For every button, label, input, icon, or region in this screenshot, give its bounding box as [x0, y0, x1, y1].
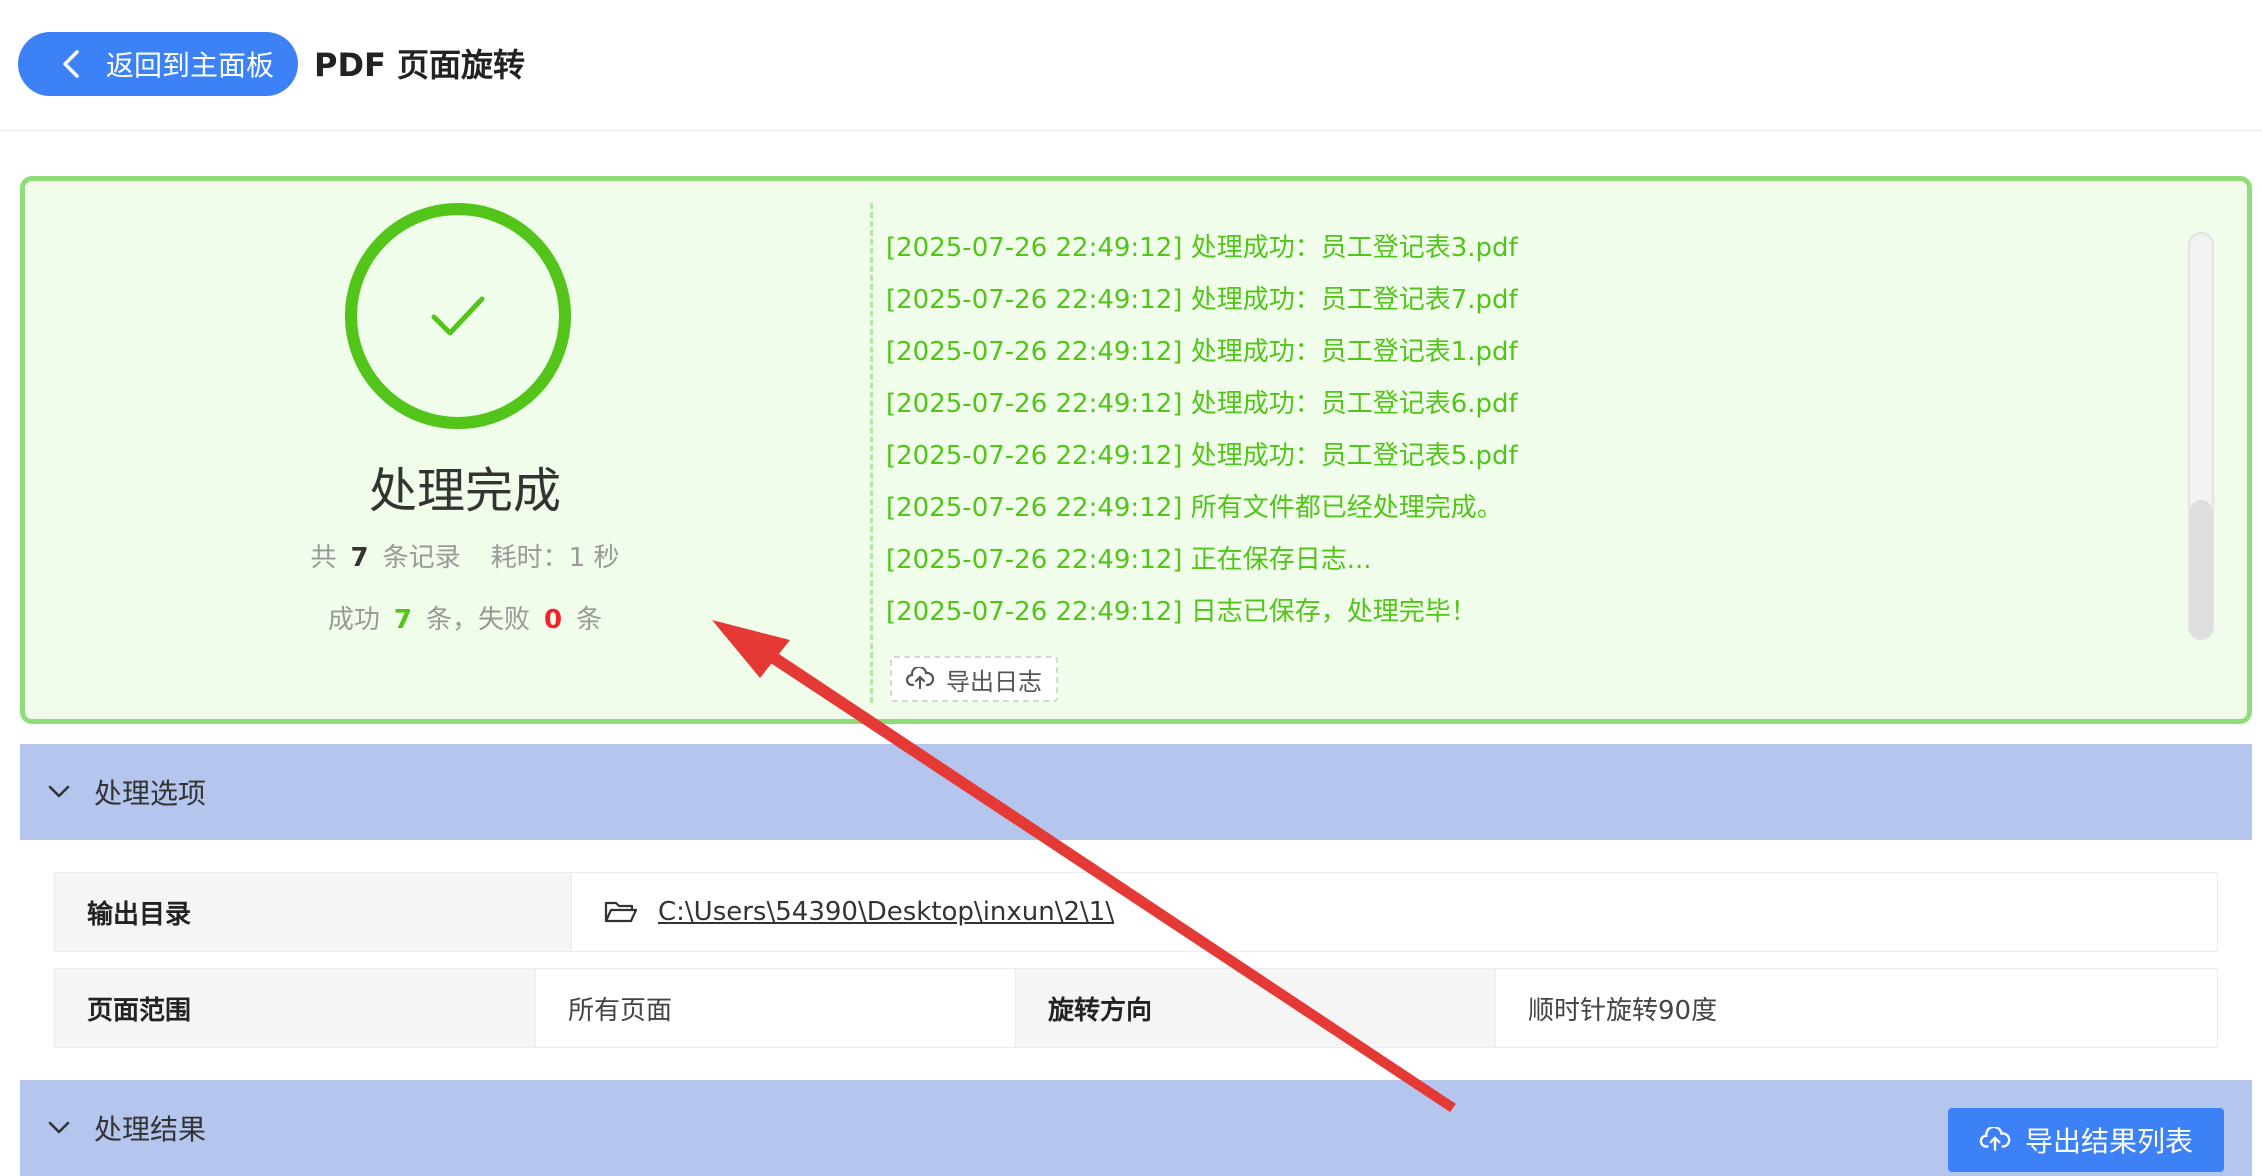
page-title: PDF 页面旋转	[314, 46, 526, 84]
folder-open-icon	[604, 901, 638, 923]
log-list: [2025-07-26 22:49:12] 处理成功：员工登记表3.pdf [2…	[886, 222, 2186, 638]
export-list-label: 导出结果列表	[2024, 1125, 2193, 1158]
total-suffix: 条记录	[382, 543, 461, 573]
status-title: 处理完成	[368, 463, 561, 519]
page-range-label: 页面范围	[55, 969, 535, 1047]
success-suffix: 条，失败	[425, 605, 530, 635]
log-line: [2025-07-26 22:49:12] 处理成功：员工登记表7.pdf	[886, 285, 1518, 315]
results-section-title: 处理结果	[94, 1113, 207, 1146]
back-button-label: 返回到主面板	[106, 49, 275, 82]
options-section-title: 处理选项	[94, 777, 207, 810]
page-settings-row: 页面范围 所有页面 旋转方向 顺时针旋转90度	[54, 968, 2218, 1048]
cloud-upload-icon	[1979, 1127, 2011, 1151]
log-line: [2025-07-26 22:49:12] 处理成功：员工登记表6.pdf	[886, 389, 1518, 419]
log-line: [2025-07-26 22:49:12] 处理成功：员工登记表5.pdf	[886, 441, 1518, 471]
back-to-main-button[interactable]: 返回到主面板	[18, 32, 298, 96]
log-line: [2025-07-26 22:49:12] 处理成功：员工登记表3.pdf	[886, 233, 1518, 263]
total-stats: 共 7 条记录 耗时：1 秒	[25, 537, 905, 574]
header-bar: 返回到主面板 PDF 页面旋转	[0, 0, 2262, 131]
log-line: [2025-07-26 22:49:12] 处理成功：员工登记表1.pdf	[886, 337, 1518, 367]
elapsed-time: 耗时：1 秒	[490, 543, 620, 573]
check-icon	[431, 296, 485, 336]
fail-suffix: 条	[576, 605, 603, 635]
success-fail-stats: 成功 7 条，失败 0 条	[25, 599, 905, 636]
rotate-direction-label: 旋转方向	[1015, 969, 1495, 1047]
status-summary: 处理完成 共 7 条记录 耗时：1 秒 成功 7 条，失败 0 条	[25, 181, 865, 719]
output-dir-row: 输出目录 C:\Users\54390\Desktop\inxun\2\1\	[54, 872, 2218, 952]
chevron-down-icon	[48, 785, 70, 798]
rotate-direction-value: 顺时针旋转90度	[1495, 969, 2217, 1047]
log-scrollbar-thumb[interactable]	[2190, 500, 2212, 638]
options-section-header[interactable]: 处理选项	[20, 744, 2252, 840]
output-dir-value-cell: C:\Users\54390\Desktop\inxun\2\1\	[571, 873, 2217, 951]
panel-divider	[870, 203, 873, 703]
export-log-label: 导出日志	[946, 667, 1042, 696]
page-range-value: 所有页面	[535, 969, 1015, 1047]
success-circle	[345, 203, 571, 429]
total-count: 7	[350, 543, 369, 573]
success-count: 7	[393, 605, 412, 635]
success-prefix: 成功	[327, 605, 380, 635]
output-dir-link[interactable]: C:\Users\54390\Desktop\inxun\2\1\	[658, 897, 1114, 927]
chevron-down-icon	[48, 1121, 70, 1134]
options-body: 输出目录 C:\Users\54390\Desktop\inxun\2\1\ 页…	[20, 840, 2252, 1080]
log-line: [2025-07-26 22:49:12] 所有文件都已经处理完成。	[886, 493, 1503, 523]
chevron-left-icon	[63, 50, 79, 78]
log-line: [2025-07-26 22:49:12] 正在保存日志...	[886, 545, 1372, 575]
results-section-header[interactable]: 处理结果	[20, 1080, 2252, 1176]
export-result-list-button[interactable]: 导出结果列表	[1948, 1108, 2224, 1172]
total-prefix: 共	[310, 543, 337, 573]
fail-count: 0	[544, 605, 563, 635]
output-dir-label: 输出目录	[55, 873, 571, 951]
export-log-button[interactable]: 导出日志	[890, 656, 1058, 702]
cloud-upload-icon	[906, 667, 934, 690]
log-line: [2025-07-26 22:49:12] 日志已保存，处理完毕！	[886, 597, 1477, 627]
